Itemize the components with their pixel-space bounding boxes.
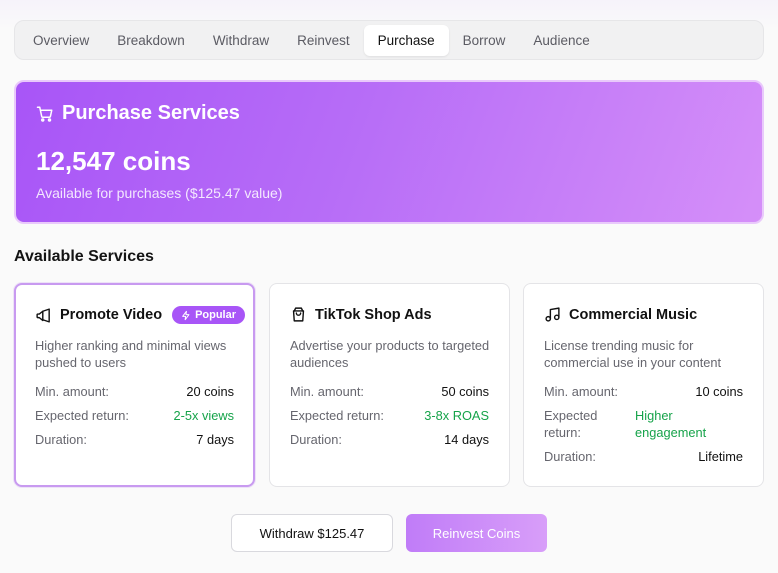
- expected-return-row: Expected return: Higher engagement: [544, 407, 743, 441]
- min-amount-value: 20 coins: [186, 384, 234, 399]
- card-header: TikTok Shop Ads: [290, 306, 432, 323]
- music-note-icon: [544, 306, 561, 323]
- expected-return-row: Expected return: 3-8x ROAS: [290, 408, 489, 423]
- duration-label: Duration:: [290, 432, 342, 447]
- service-card-tiktok-shop-ads[interactable]: TikTok Shop Ads Advertise your products …: [269, 283, 510, 487]
- expected-return-label: Expected return:: [544, 408, 598, 440]
- min-amount-row: Min. amount: 10 coins: [544, 384, 743, 399]
- expected-return-label: Expected return:: [290, 408, 384, 423]
- withdraw-button[interactable]: Withdraw $125.47: [231, 514, 393, 552]
- shopping-bag-icon: [290, 306, 307, 323]
- expected-return-value: 2-5x views: [173, 408, 234, 423]
- tab-purchase[interactable]: Purchase: [363, 24, 449, 56]
- min-amount-label: Min. amount:: [290, 384, 364, 399]
- duration-row: Duration: 7 days: [35, 432, 234, 447]
- tab-reinvest[interactable]: Reinvest: [283, 25, 364, 56]
- card-header: Commercial Music: [544, 306, 697, 323]
- duration-label: Duration:: [544, 449, 596, 464]
- coin-balance: 12,547 coins: [36, 146, 191, 176]
- lightning-icon: [181, 310, 191, 321]
- card-title: Commercial Music: [569, 306, 698, 323]
- min-amount-row: Min. amount: 20 coins: [35, 384, 234, 399]
- shopping-cart-icon: [36, 105, 54, 123]
- popular-badge: Popular: [172, 306, 246, 324]
- tab-overview[interactable]: Overview: [19, 25, 103, 56]
- balance-subtitle: Available for purchases ($125.47 value): [36, 185, 283, 201]
- min-amount-value: 50 coins: [441, 384, 489, 399]
- tab-audience[interactable]: Audience: [519, 25, 603, 56]
- card-description: Higher ranking and minimal views pushed …: [35, 338, 227, 370]
- min-amount-row: Min. amount: 50 coins: [290, 384, 489, 399]
- hero-title: Purchase Services: [62, 102, 240, 124]
- expected-return-row: Expected return: 2-5x views: [35, 408, 234, 423]
- min-amount-value: 10 coins: [695, 384, 743, 399]
- duration-value: Lifetime: [698, 449, 743, 464]
- expected-return-value: Higher engagement: [635, 408, 707, 440]
- card-description: License trending music for commercial us…: [544, 338, 722, 370]
- card-header: Promote Video Popular: [35, 306, 246, 324]
- badge-label: Popular: [195, 309, 237, 321]
- service-card-commercial-music[interactable]: Commercial Music License trending music …: [523, 283, 764, 487]
- tab-borrow[interactable]: Borrow: [449, 25, 520, 56]
- card-title: Promote Video: [60, 307, 163, 323]
- tab-breakdown[interactable]: Breakdown: [103, 25, 199, 56]
- purchase-balance-card: Purchase Services 12,547 coins Available…: [14, 80, 764, 224]
- section-title: Available Services: [14, 248, 154, 265]
- hero-title-row: Purchase Services: [36, 102, 240, 125]
- duration-value: 14 days: [444, 432, 489, 447]
- min-amount-label: Min. amount:: [544, 384, 618, 399]
- duration-row: Duration: 14 days: [290, 432, 489, 447]
- min-amount-label: Min. amount:: [35, 384, 109, 399]
- duration-row: Duration: Lifetime: [544, 449, 743, 464]
- expected-return-label: Expected return:: [35, 408, 129, 423]
- duration-value: 7 days: [196, 432, 234, 447]
- duration-label: Duration:: [35, 432, 87, 447]
- reinvest-coins-button[interactable]: Reinvest Coins: [406, 514, 547, 552]
- card-description: Advertise your products to targeted audi…: [290, 338, 490, 370]
- tab-bar: Overview Breakdown Withdraw Reinvest Pur…: [14, 20, 764, 60]
- service-card-promote-video[interactable]: Promote Video Popular Higher ranking and…: [14, 283, 255, 487]
- megaphone-icon: [35, 307, 52, 324]
- tab-withdraw[interactable]: Withdraw: [199, 25, 283, 56]
- expected-return-value: 3-8x ROAS: [424, 408, 489, 423]
- card-title: TikTok Shop Ads: [315, 306, 432, 323]
